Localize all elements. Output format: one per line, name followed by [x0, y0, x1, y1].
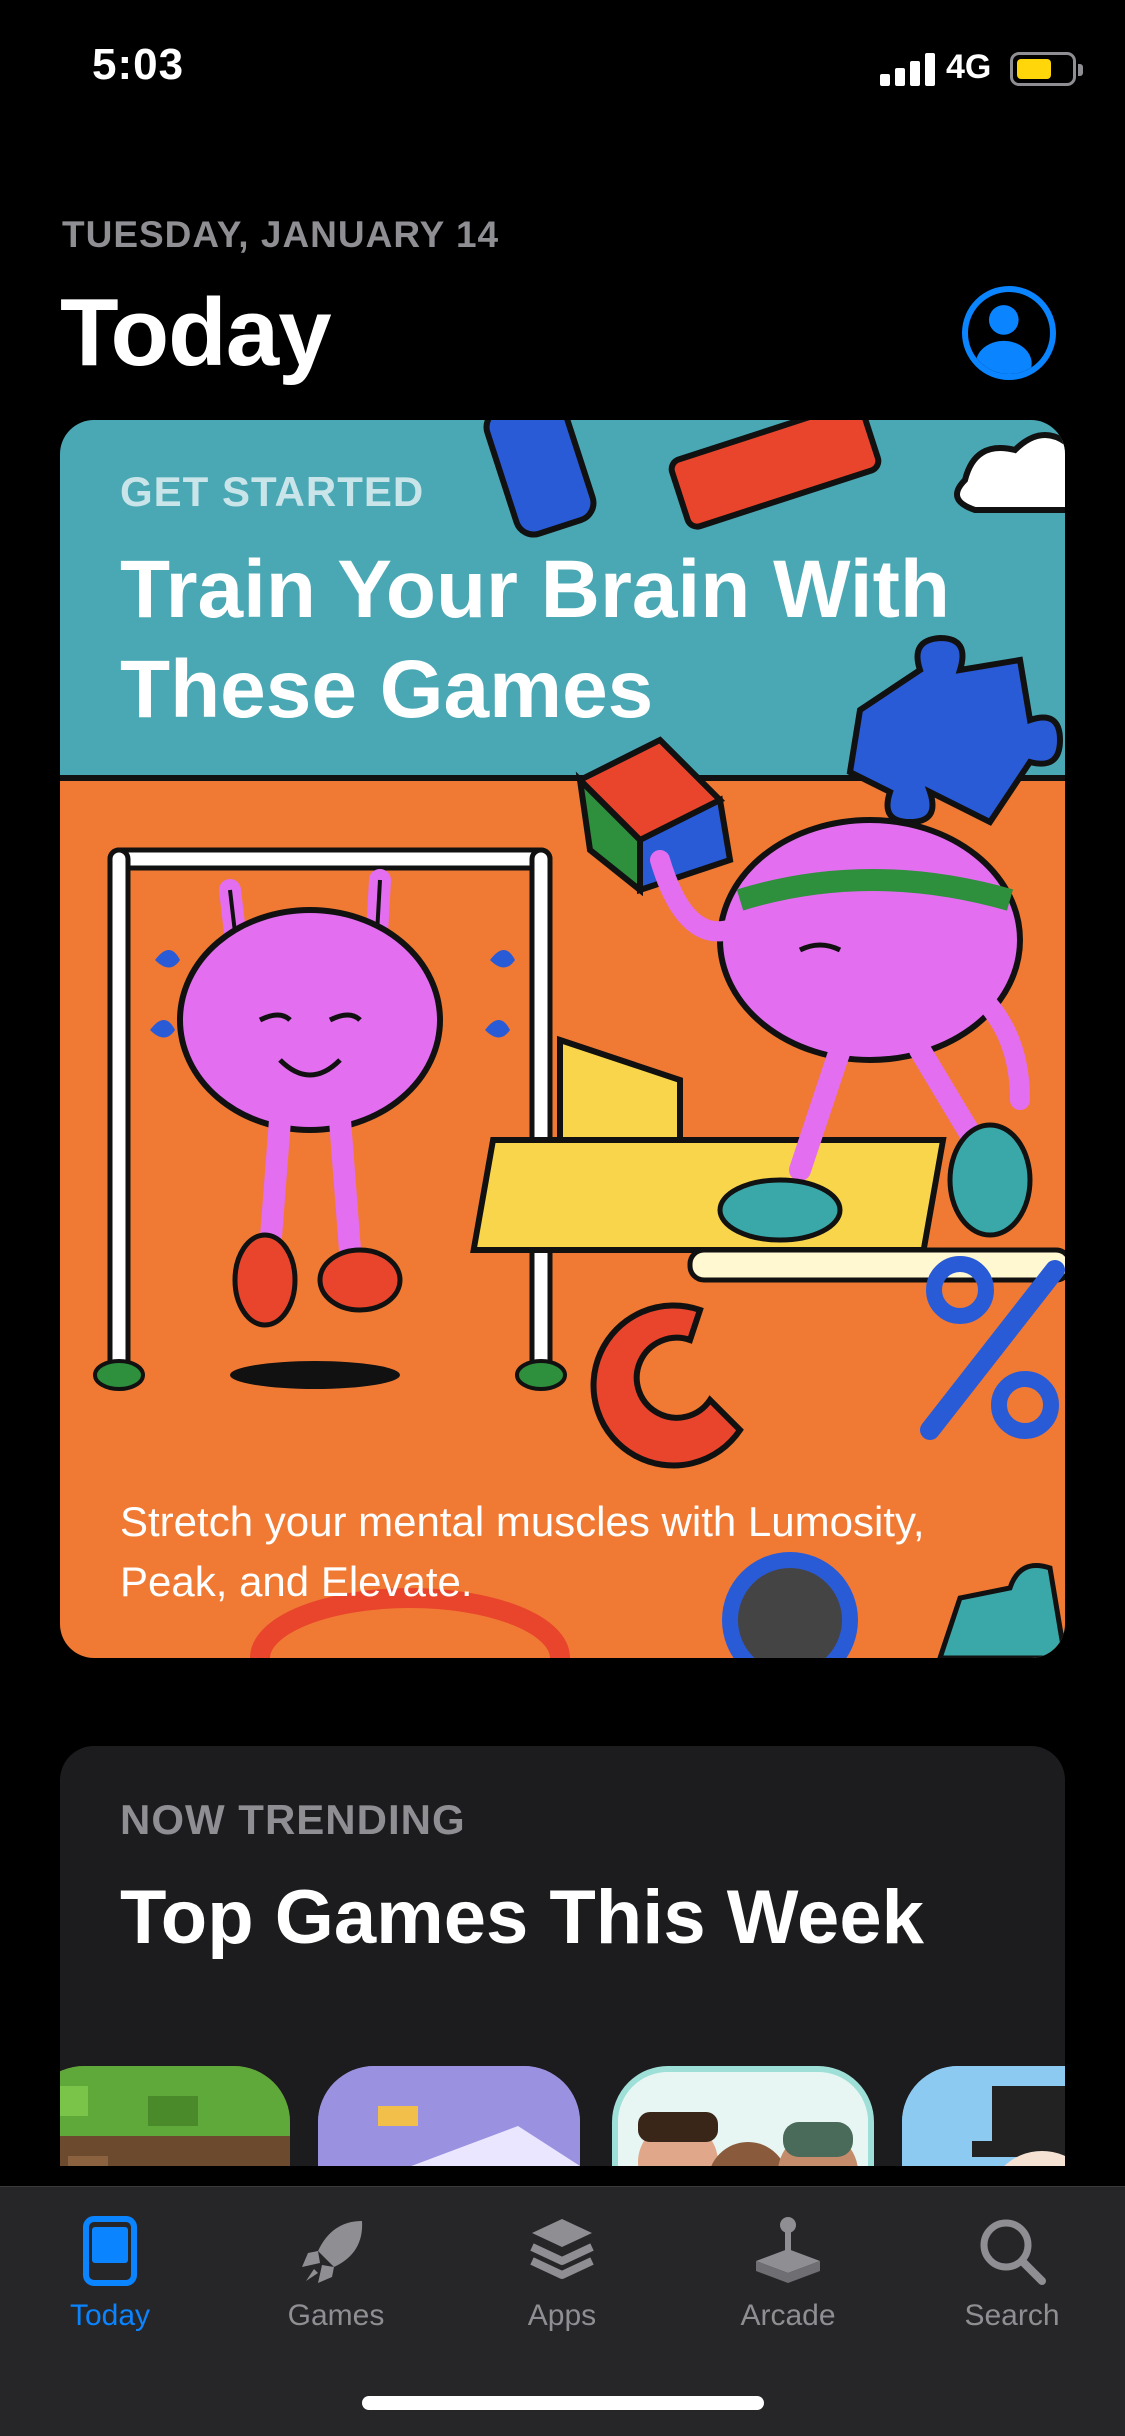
app-icon[interactable]	[612, 2066, 874, 2166]
app-icon[interactable]	[318, 2066, 580, 2166]
card-description: Stretch your mental muscles with Lumosit…	[120, 1498, 925, 1605]
rocket-icon	[302, 2221, 363, 2283]
page-title: Today	[60, 279, 332, 386]
card-eyebrow: NOW TRENDING	[120, 1796, 466, 1843]
feature-story-card[interactable]: GET STARTED Train Your Brain With These …	[60, 420, 1065, 1658]
tab-arcade[interactable]: Arcade	[688, 2211, 888, 2341]
app-icon[interactable]	[60, 2066, 290, 2166]
status-time: 5:03	[92, 40, 185, 89]
joystick-icon	[756, 2217, 820, 2283]
tab-apps[interactable]: Apps	[462, 2211, 662, 2341]
board-game-app-icon	[902, 2066, 1065, 2166]
trending-story-card[interactable]: NOW TRENDING Top Games This Week	[60, 1746, 1065, 2166]
card-eyebrow: GET STARTED	[120, 468, 425, 515]
tab-label: Apps	[527, 2299, 597, 2332]
tab-games[interactable]: Games	[236, 2211, 436, 2341]
tab-label: Search	[964, 2299, 1060, 2332]
signal-icon	[880, 52, 936, 86]
tab-label: Arcade	[740, 2299, 836, 2332]
card-title: Top Games This Week	[120, 1875, 924, 1960]
status-bar: 5:03 4G	[0, 0, 1125, 140]
layers-icon	[530, 2219, 594, 2279]
search-icon	[980, 2219, 1046, 2285]
app-icon[interactable]	[902, 2066, 1065, 2166]
person-icon	[975, 305, 1032, 374]
today-icon	[83, 2216, 137, 2286]
network-type: 4G	[946, 48, 992, 86]
tab-today[interactable]: Today	[10, 2211, 210, 2341]
home-indicator[interactable]	[362, 2396, 764, 2410]
account-button[interactable]	[962, 286, 1056, 380]
tab-label: Games	[287, 2299, 385, 2332]
home-design-app-icon	[318, 2066, 580, 2166]
battery-icon	[1010, 52, 1083, 86]
tab-search[interactable]: Search	[912, 2211, 1112, 2341]
date-label: TUESDAY, JANUARY 14	[62, 214, 500, 255]
card-title: Train Your Brain With These Games	[120, 544, 950, 735]
block-game-app-icon	[60, 2066, 290, 2166]
tab-label: Today	[69, 2299, 151, 2332]
story-game-app-icon	[618, 2072, 868, 2166]
